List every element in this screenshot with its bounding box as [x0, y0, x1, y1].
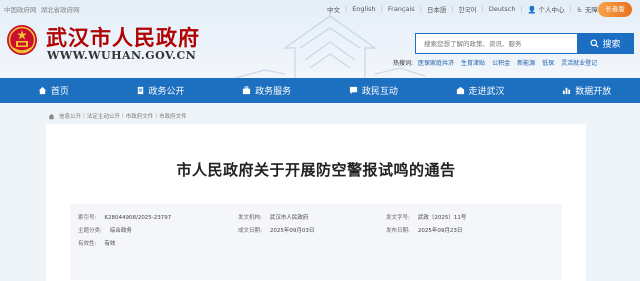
lang-english[interactable]: English [347, 5, 380, 13]
national-emblem-icon [7, 25, 37, 55]
site-header: 中国政府网 湖北省政府网 中文 | English | Français | 日本語 |… [0, 0, 640, 78]
hot-word[interactable]: 低保 [542, 58, 554, 67]
nav-gov-services[interactable]: 政务服务 [213, 78, 320, 103]
link-hubei-gov[interactable]: 湖北省政府网 [41, 6, 80, 14]
lang-french[interactable]: Français [383, 5, 420, 13]
nav-interaction-label: 政民互动 [361, 87, 398, 97]
lang-korean[interactable]: 한국어 [454, 4, 482, 14]
elder-mode-button[interactable]: 长者版 [598, 2, 632, 17]
nav-gov-affairs[interactable]: 政务公开 [107, 78, 214, 103]
lang-chinese[interactable]: 中文 [322, 4, 345, 14]
hot-word[interactable]: 灵活就业登记 [561, 58, 597, 67]
lang-german[interactable]: Deutsch [484, 5, 521, 13]
meta-index-no: 索引号: K28044908/2025-23797 [78, 215, 172, 221]
user-icon: 👤 [527, 6, 537, 14]
hot-word[interactable]: 新能源 [517, 58, 535, 67]
yellow-crane-tower-graphic [235, 10, 425, 78]
lang-japanese[interactable]: 日本語 [422, 4, 452, 14]
document-meta: 索引号: K28044908/2025-23797 发文机构: 武汉市人民政府 发文… [70, 204, 562, 280]
search-button-label: 搜索 [602, 40, 621, 50]
main-nav: 首页 政务公开 政务服务 政民互动 走进武汉 数据开放 [0, 78, 640, 103]
nav-gov-affairs-label: 政务公开 [148, 87, 185, 97]
home-icon [38, 86, 46, 95]
chat-icon [349, 86, 357, 95]
nav-about-wuhan-label: 走进武汉 [468, 87, 505, 97]
top-left-links: 中国政府网 湖北省政府网 [4, 4, 82, 14]
breadcrumb-item[interactable]: 市政府文件 [159, 112, 187, 120]
chevron-right-icon: | [155, 113, 158, 119]
nav-home[interactable]: 首页 [0, 78, 107, 103]
building-icon [456, 86, 464, 95]
meta-created: 成文日期: 2025年09月03日 [238, 228, 315, 234]
meta-doc-no: 发文字号: 武政〔2025〕11号 [386, 215, 467, 221]
nav-home-label: 首页 [50, 87, 69, 97]
hot-words: 热搜词: 医保家庭共济 生育津贴 公积金 新能源 低保 灵活就业登记 [393, 58, 604, 67]
search-box: 搜索 [415, 33, 634, 54]
nav-open-data-label: 数据开放 [575, 87, 612, 97]
data-icon [563, 87, 571, 95]
document-icon [137, 86, 143, 95]
breadcrumb-item[interactable]: 法定主动公开 [87, 112, 120, 120]
document-card: 市人民政府关于开展防空警报试鸣的通告 索引号: K28044908/2025-23… [46, 124, 586, 281]
document-title: 市人民政府关于开展防空警报试鸣的通告 [176, 161, 456, 179]
location-icon [48, 113, 55, 119]
breadcrumb: 信息公开 | 法定主动公开 | 市政府文件 | 市政府文件 [48, 112, 187, 120]
accessibility-icon: ♿ [576, 6, 583, 14]
nav-about-wuhan[interactable]: 走进武汉 [427, 78, 534, 103]
hot-word[interactable]: 生育津贴 [461, 58, 485, 67]
meta-published: 发布日期: 2025年09月23日 [386, 228, 463, 234]
service-icon [243, 86, 251, 95]
search-input[interactable] [416, 34, 576, 53]
personal-center-label: 个人中心 [538, 6, 565, 14]
nav-open-data[interactable]: 数据开放 [533, 78, 640, 103]
search-icon [590, 39, 599, 48]
hot-words-label: 热搜词: [393, 60, 414, 67]
hot-word[interactable]: 医保家庭共济 [418, 58, 454, 67]
breadcrumb-item[interactable]: 市政府文件 [126, 112, 154, 120]
site-url: WWW.WUHAN.GOV.CN [47, 49, 197, 62]
search-button[interactable]: 搜索 [577, 33, 634, 54]
site-title: 武汉市人民政府 [46, 25, 200, 50]
hot-word[interactable]: 公积金 [492, 58, 510, 67]
nav-gov-services-label: 政务服务 [255, 87, 292, 97]
meta-issuer: 发文机构: 武汉市人民政府 [238, 215, 309, 221]
meta-validity: 有效性: 有效 [78, 241, 116, 247]
chevron-right-icon: | [83, 113, 85, 119]
personal-center-link[interactable]: 👤 个人中心 [523, 4, 570, 14]
nav-interaction[interactable]: 政民互动 [320, 78, 427, 103]
meta-category: 主题分类: 综合政务 [78, 228, 132, 234]
link-china-gov[interactable]: 中国政府网 [4, 6, 37, 14]
language-bar: 中文 | English | Français | 日本語 | 한국어 | Deutsch… [322, 4, 609, 14]
breadcrumb-item[interactable]: 信息公开 [59, 112, 81, 120]
chevron-right-icon: | [121, 113, 124, 119]
